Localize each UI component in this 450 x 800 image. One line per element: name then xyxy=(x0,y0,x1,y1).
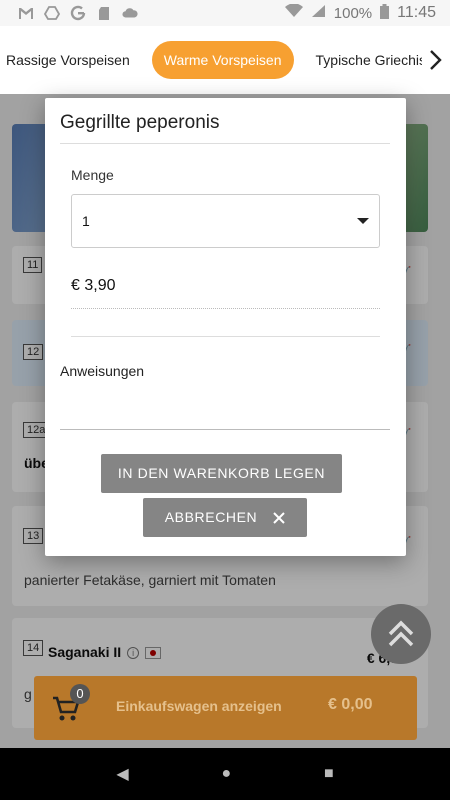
view-cart-button[interactable]: 0 Einkaufswagen anzeigen € 0,00 xyxy=(34,676,417,740)
system-icons: 100% 11:45 xyxy=(284,3,436,23)
dropdown-caret-icon xyxy=(357,218,369,224)
chevron-right-icon xyxy=(430,50,442,70)
notification-icons xyxy=(18,5,138,21)
home-icon[interactable]: ● xyxy=(221,765,231,783)
divider xyxy=(71,308,380,309)
divider xyxy=(60,143,390,144)
tabs-next-button[interactable] xyxy=(422,26,450,94)
status-bar: 100% 11:45 xyxy=(0,0,450,26)
back-icon[interactable]: ◀ xyxy=(116,764,128,784)
quantity-value: 1 xyxy=(82,213,90,229)
cancel-label: ABBRECHEN xyxy=(164,509,258,525)
close-icon xyxy=(273,511,285,524)
add-item-dialog: Gegrillte peperonis Menge 1 € 3,90 Anwei… xyxy=(45,98,406,556)
signal-icon xyxy=(311,4,326,22)
cancel-button[interactable]: ABBRECHEN xyxy=(143,498,307,537)
system-nav-bar: ◀ ● ■ xyxy=(0,748,450,800)
sd-card-icon xyxy=(96,5,112,21)
scroll-to-top-button[interactable] xyxy=(371,604,431,664)
tab-warme-vorspeisen[interactable]: Warme Vorspeisen xyxy=(151,41,294,79)
instructions-input[interactable] xyxy=(60,388,390,430)
divider xyxy=(71,336,380,337)
gmail-icon xyxy=(18,5,34,21)
google-icon xyxy=(70,5,86,21)
quantity-label: Menge xyxy=(71,167,114,183)
clock: 11:45 xyxy=(397,4,436,21)
item-price: € 3,90 xyxy=(71,277,116,294)
cart-label: Einkaufswagen anzeigen xyxy=(116,698,282,714)
dialog-title: Gegrillte peperonis xyxy=(60,112,220,133)
battery-text: 100% xyxy=(333,4,373,22)
cart-total: € 0,00 xyxy=(328,696,373,713)
cloud-icon xyxy=(122,5,138,21)
battery-icon xyxy=(380,3,390,23)
double-chevron-up-icon xyxy=(388,620,414,647)
wifi-icon xyxy=(284,3,303,22)
tab-rassige-vorspeisen[interactable]: Rassige Vorspeisen xyxy=(0,41,142,79)
cart-count-badge: 0 xyxy=(70,684,90,704)
quantity-select[interactable]: 1 xyxy=(71,194,380,248)
instructions-label: Anweisungen xyxy=(60,363,145,379)
add-to-cart-button[interactable]: IN DEN WARENKORB LEGEN xyxy=(101,454,342,493)
category-tabs: Rassige Vorspeisen Warme Vorspeisen Typi… xyxy=(0,26,450,94)
recents-icon[interactable]: ■ xyxy=(324,765,334,783)
drive-icon xyxy=(44,5,60,21)
